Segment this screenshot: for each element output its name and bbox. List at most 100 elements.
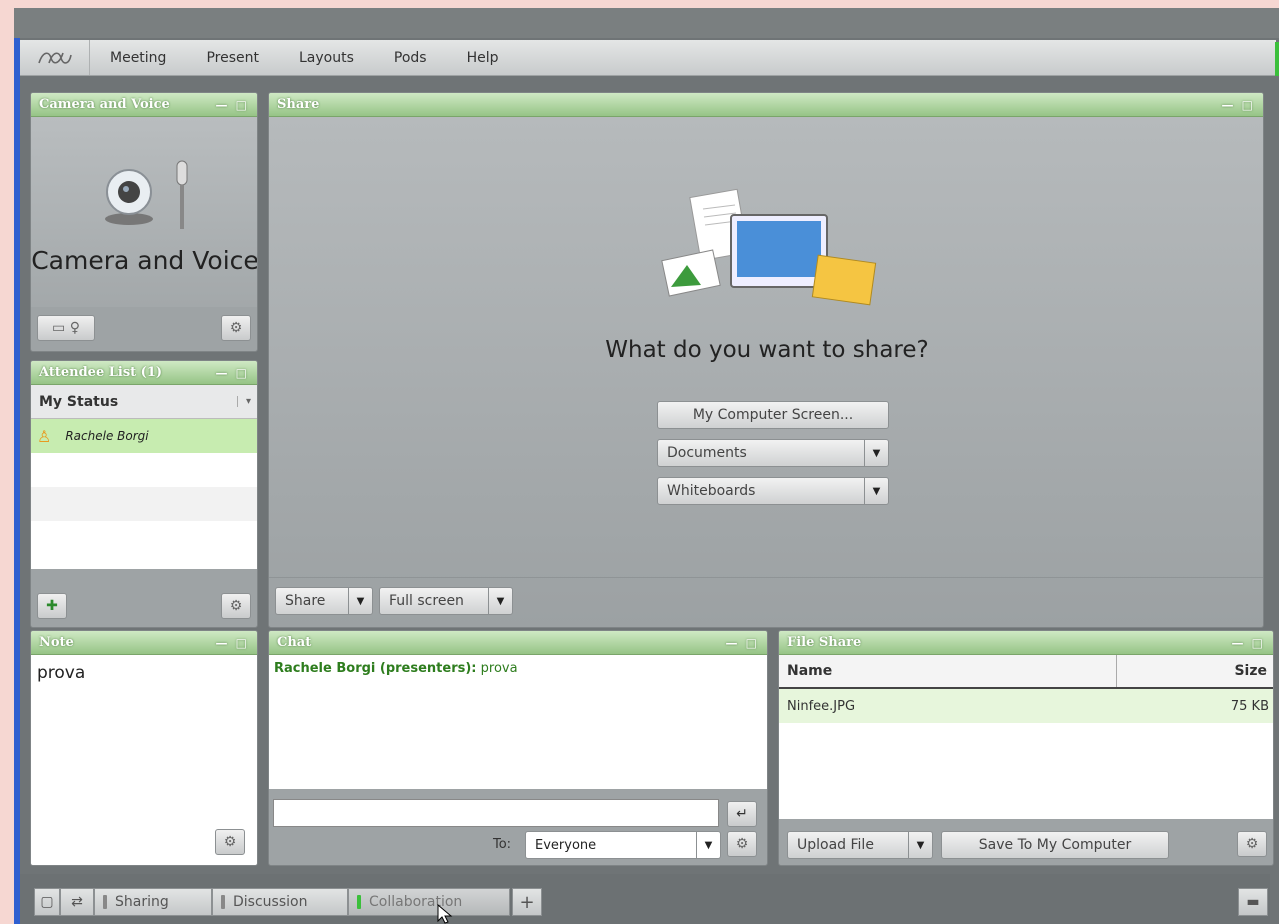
note-text: prova bbox=[37, 663, 86, 683]
chat-settings-button[interactable]: ⚙ bbox=[727, 831, 757, 857]
pod-controls[interactable]: — □ bbox=[1231, 636, 1265, 650]
whiteboards-label: Whiteboards bbox=[667, 483, 756, 499]
tab-indicator bbox=[357, 895, 361, 909]
add-layout-button[interactable]: + bbox=[512, 888, 542, 916]
save-label: Save To My Computer bbox=[978, 837, 1132, 853]
pod-controls[interactable]: — □ bbox=[215, 98, 249, 112]
documents-dropdown[interactable]: Documents ▼ bbox=[657, 439, 889, 467]
menu-pods[interactable]: Pods bbox=[374, 50, 447, 66]
tab-indicator bbox=[221, 895, 225, 909]
pod-header: Note — □ bbox=[31, 631, 257, 655]
menu-help[interactable]: Help bbox=[447, 50, 519, 66]
table-row[interactable]: Ninfee.JPG 75 KB bbox=[779, 689, 1273, 723]
tab-indicator bbox=[103, 895, 107, 909]
lock-button[interactable]: ▢ bbox=[34, 888, 60, 916]
chat-pod: Chat — □ Rachele Borgi (presenters): prov… bbox=[268, 630, 768, 866]
pod-title: Share bbox=[277, 97, 320, 112]
layout-tab-bar: ▢ ⇄ Sharing Discussion Collaboration + ▬ bbox=[20, 874, 1270, 924]
chat-input[interactable] bbox=[273, 799, 719, 827]
fullscreen-button[interactable]: Full screen ▼ bbox=[379, 587, 513, 615]
shuffle-icon: ⇄ bbox=[71, 894, 83, 910]
table-header: Name Size bbox=[779, 655, 1273, 689]
gear-icon: ⚙ bbox=[1245, 836, 1259, 852]
plus-icon: + bbox=[519, 891, 535, 913]
enter-icon: ↵ bbox=[736, 806, 748, 822]
share-content-icon bbox=[661, 188, 877, 306]
pod-controls[interactable]: — □ bbox=[215, 366, 249, 380]
meeting-app: Meeting Present Layouts Pods Help Camera… bbox=[14, 8, 1279, 924]
add-user-button[interactable]: ✚ bbox=[37, 593, 67, 619]
chat-message: prova bbox=[480, 661, 518, 676]
attendee-settings-button[interactable]: ⚙ bbox=[221, 593, 251, 619]
col-size[interactable]: Size bbox=[1117, 655, 1273, 687]
lock-icon: ▢ bbox=[40, 894, 54, 910]
menu-meeting[interactable]: Meeting bbox=[90, 50, 186, 66]
share-screen-button[interactable]: My Computer Screen... bbox=[657, 401, 889, 429]
menu-layouts[interactable]: Layouts bbox=[279, 50, 374, 66]
tab-label: Discussion bbox=[233, 894, 308, 910]
file-settings-button[interactable]: ⚙ bbox=[1237, 831, 1267, 857]
chevron-down-icon: ▼ bbox=[488, 588, 512, 614]
app-logo[interactable] bbox=[20, 40, 90, 75]
share-menu-button[interactable]: Share ▼ bbox=[275, 587, 373, 615]
tab-discussion[interactable]: Discussion bbox=[212, 888, 348, 916]
chevron-down-icon: ▼ bbox=[908, 832, 932, 858]
menu-bar: Meeting Present Layouts Pods Help bbox=[20, 40, 1276, 76]
tab-sharing[interactable]: Sharing bbox=[94, 888, 212, 916]
whiteboards-dropdown[interactable]: Whiteboards ▼ bbox=[657, 477, 889, 505]
file-share-pod: File Share — □ Name Size Ninfee.JPG 75 KB… bbox=[778, 630, 1274, 866]
webcam-microphone-icon bbox=[105, 160, 188, 229]
shuffle-button[interactable]: ⇄ bbox=[60, 888, 94, 916]
file-size: 75 KB bbox=[1230, 698, 1269, 714]
pod-title: Attendee List (1) bbox=[39, 365, 163, 380]
pod-controls[interactable]: — □ bbox=[725, 636, 759, 650]
pod-header: Attendee List (1) — □ bbox=[31, 361, 257, 385]
col-name[interactable]: Name bbox=[779, 655, 1117, 687]
chat-sender: Rachele Borgi (presenters): bbox=[274, 661, 477, 676]
gear-icon: ⚙ bbox=[229, 598, 243, 614]
save-layout-button[interactable]: ▬ bbox=[1238, 888, 1268, 916]
pod-title: Chat bbox=[277, 635, 312, 650]
menu-present[interactable]: Present bbox=[186, 50, 279, 66]
camera-mic-toggle[interactable]: ▭ ♀ bbox=[37, 315, 95, 341]
chat-messages: Rachele Borgi (presenters): prova bbox=[269, 655, 767, 789]
to-label: To: bbox=[493, 837, 512, 852]
file-table: Name Size Ninfee.JPG 75 KB bbox=[779, 655, 1273, 819]
note-settings-button[interactable]: ⚙ bbox=[215, 829, 245, 855]
recipient-dropdown[interactable]: Everyone ▼ bbox=[525, 831, 721, 859]
recipient-value: Everyone bbox=[535, 837, 597, 853]
pod-title: Note bbox=[39, 635, 74, 650]
left-edge bbox=[14, 38, 20, 924]
window-top-strip bbox=[14, 8, 1279, 38]
note-pod: Note — □ prova ⚙ bbox=[30, 630, 258, 866]
gear-icon: ⚙ bbox=[735, 836, 749, 852]
share-prompt: What do you want to share? bbox=[605, 337, 929, 363]
pod-controls[interactable]: — □ bbox=[215, 636, 249, 650]
status-indicator bbox=[1275, 42, 1279, 76]
logo-icon bbox=[37, 52, 72, 64]
pod-header: Camera and Voice — □ bbox=[31, 93, 257, 117]
documents-label: Documents bbox=[667, 445, 747, 461]
chevron-down-icon: ▾ bbox=[236, 396, 251, 407]
my-status-dropdown[interactable]: My Status ▾ bbox=[31, 385, 257, 419]
tab-label: Sharing bbox=[115, 894, 169, 910]
pod-title: File Share bbox=[787, 635, 862, 650]
tab-collaboration[interactable]: Collaboration bbox=[348, 888, 510, 916]
fullscreen-label: Full screen bbox=[389, 593, 464, 609]
camera-voice-pod: Camera and Voice — □ Camera and Voice ▭ ♀… bbox=[30, 92, 258, 352]
share-screen-label: My Computer Screen... bbox=[692, 407, 854, 423]
camera-settings-button[interactable]: ⚙ bbox=[221, 315, 251, 341]
camera-area: Camera and Voice bbox=[31, 117, 258, 307]
camera-label: Camera and Voice bbox=[31, 246, 258, 275]
gear-icon: ⚙ bbox=[223, 834, 237, 850]
pod-controls[interactable]: — □ bbox=[1221, 98, 1255, 112]
presenter-icon: ♙ bbox=[37, 426, 52, 446]
send-message-button[interactable]: ↵ bbox=[727, 801, 757, 827]
save-to-computer-button[interactable]: Save To My Computer bbox=[941, 831, 1169, 859]
share-pod: Share — □ What do you want to share? My C… bbox=[268, 92, 1264, 628]
mouse-cursor-icon bbox=[437, 904, 453, 924]
list-item[interactable]: ♙ Rachele Borgi bbox=[31, 419, 257, 453]
upload-file-button[interactable]: Upload File ▼ bbox=[787, 831, 933, 859]
attendee-list-pod: Attendee List (1) — □ My Status ▾ ♙ Rache… bbox=[30, 360, 258, 628]
share-btn-label: Share bbox=[285, 593, 326, 609]
